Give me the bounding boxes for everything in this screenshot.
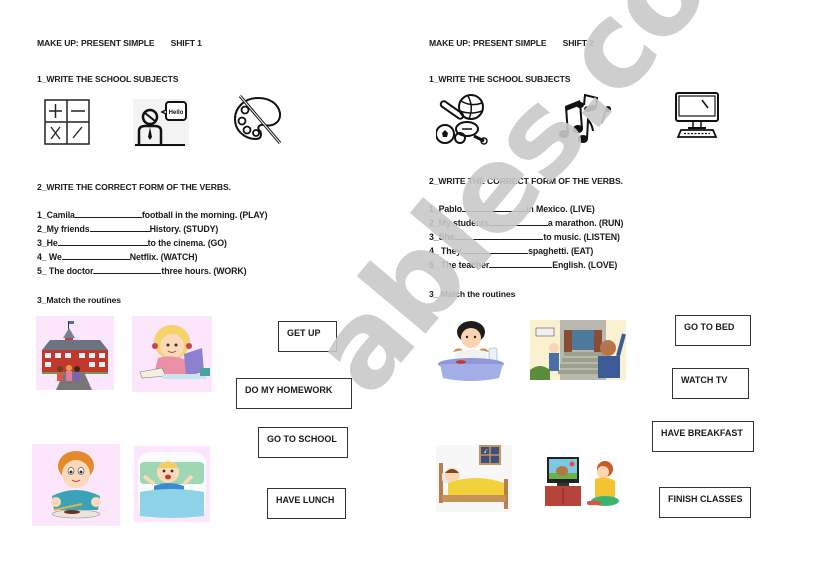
verb-exercise-2: 2_My friends History. (STUDY) [37,223,218,234]
worksheet-title: MAKE UP: PRESENT SIMPLE SHIFT 2 [429,38,594,48]
section1-heading: 1_WRITE THE SCHOOL SUBJECTS [429,74,571,84]
sentence-prefix: 2_My friends [37,224,90,234]
routine-label-have-lunch[interactable]: HAVE LUNCH [267,488,346,519]
sentence-prefix: 1_Camila [37,210,75,220]
math-icon [44,99,90,145]
answer-blank[interactable] [489,259,553,268]
sentence-suffix: Netflix. (WATCH) [129,252,198,262]
shift-label: SHIFT 2 [562,38,594,48]
leaving-school-image [530,320,626,380]
school-building-image [36,316,114,390]
section2-heading: 2_WRITE THE CORRECT FORM OF THE VERBS. [37,182,231,192]
sentence-prefix: 4_ We [37,252,62,262]
music-icon [558,93,614,145]
title-text: MAKE UP: PRESENT SIMPLE [429,38,547,48]
answer-blank[interactable] [57,237,148,246]
sentence-suffix: three hours. (WORK) [161,266,247,276]
routine-label-go-to-school[interactable]: GO TO SCHOOL [258,427,348,458]
art-icon [232,93,284,145]
verb-exercise-3: 3_He to the cinema. (GO) [37,237,227,248]
verb-exercise-4: 4_ They spaghetti. (EAT) [429,245,593,256]
routine-label-have-breakfast[interactable]: HAVE BREAKFAST [652,421,754,452]
girl-doing-homework-image [132,316,212,392]
sentence-suffix: English. (LOVE) [552,260,618,270]
routine-label-get-up[interactable]: GET UP [278,321,337,352]
sentence-prefix: 5_ The doctor [37,266,94,276]
svg-text:Hello: Hello [169,110,184,116]
sentence-suffix: in Mexico. (LIVE) [526,204,595,214]
routine-label-go-to-bed[interactable]: GO TO BED [675,315,751,346]
section3-heading: 3_ Match the routines [429,289,516,299]
verb-exercise-4: 4_ We Netflix. (WATCH) [37,251,198,262]
title-text: MAKE UP: PRESENT SIMPLE [37,38,155,48]
sentence-prefix: 1_Pablo [429,204,463,214]
answer-blank[interactable] [89,223,150,232]
sentence-suffix: History. (STUDY) [149,224,219,234]
worksheet-title: MAKE UP: PRESENT SIMPLE SHIFT 1 [37,38,202,48]
sentence-suffix: to music. (LISTEN) [543,232,620,242]
verb-exercise-5: 5_ The doctor three hours. (WORK) [37,265,247,276]
sentence-suffix: to the cinema. (GO) [147,238,227,248]
sentence-prefix: 3_He [37,238,58,248]
sports-icon [436,93,488,145]
english-icon: Hello [133,99,189,147]
verb-exercise-2: 2_My students a marathon. (RUN) [429,217,623,228]
section3-heading: 3_Match the routines [37,295,121,305]
sentence-prefix: 3_She [429,232,455,242]
verb-exercise-5: 5_ The teacher English. (LOVE) [429,259,617,270]
boy-watching-tv-image [545,455,621,509]
routine-label-watch-tv[interactable]: WATCH TV [672,368,749,399]
boy-waking-up-image [134,446,210,522]
sentence-suffix: spaghetti. (EAT) [528,246,594,256]
answer-blank[interactable] [61,251,130,260]
answer-blank[interactable] [488,217,548,226]
answer-blank[interactable] [462,203,527,212]
sentence-prefix: 4_ They [429,246,462,256]
verb-exercise-1: 1_Camila football in the morning. (PLAY) [37,209,268,220]
routine-label-do-my-homework[interactable]: DO MY HOMEWORK [236,378,352,409]
sentence-suffix: a marathon. (RUN) [547,218,624,228]
sentence-suffix: football in the morning. (PLAY) [141,210,268,220]
sentence-prefix: 2_My students [429,218,489,228]
section1-heading: 1_WRITE THE SCHOOL SUBJECTS [37,74,179,84]
boy-sleeping-image [436,445,512,512]
boy-eating-lunch-image [32,444,120,526]
sentence-prefix: 5_ The teacher [429,260,490,270]
answer-blank[interactable] [461,245,529,254]
computer-icon [674,91,720,139]
shift-label: SHIFT 1 [170,38,202,48]
routine-label-finish-classes[interactable]: FINISH CLASSES [659,487,751,518]
section2-heading: 2_WRITE THE CORRECT FORM OF THE VERBS. [429,176,623,186]
verb-exercise-1: 1_Pablo in Mexico. (LIVE) [429,203,595,214]
verb-exercise-3: 3_She to music. (LISTEN) [429,231,620,242]
boy-having-breakfast-image [437,318,510,382]
answer-blank[interactable] [74,209,142,218]
answer-blank[interactable] [454,231,544,240]
answer-blank[interactable] [93,265,162,274]
